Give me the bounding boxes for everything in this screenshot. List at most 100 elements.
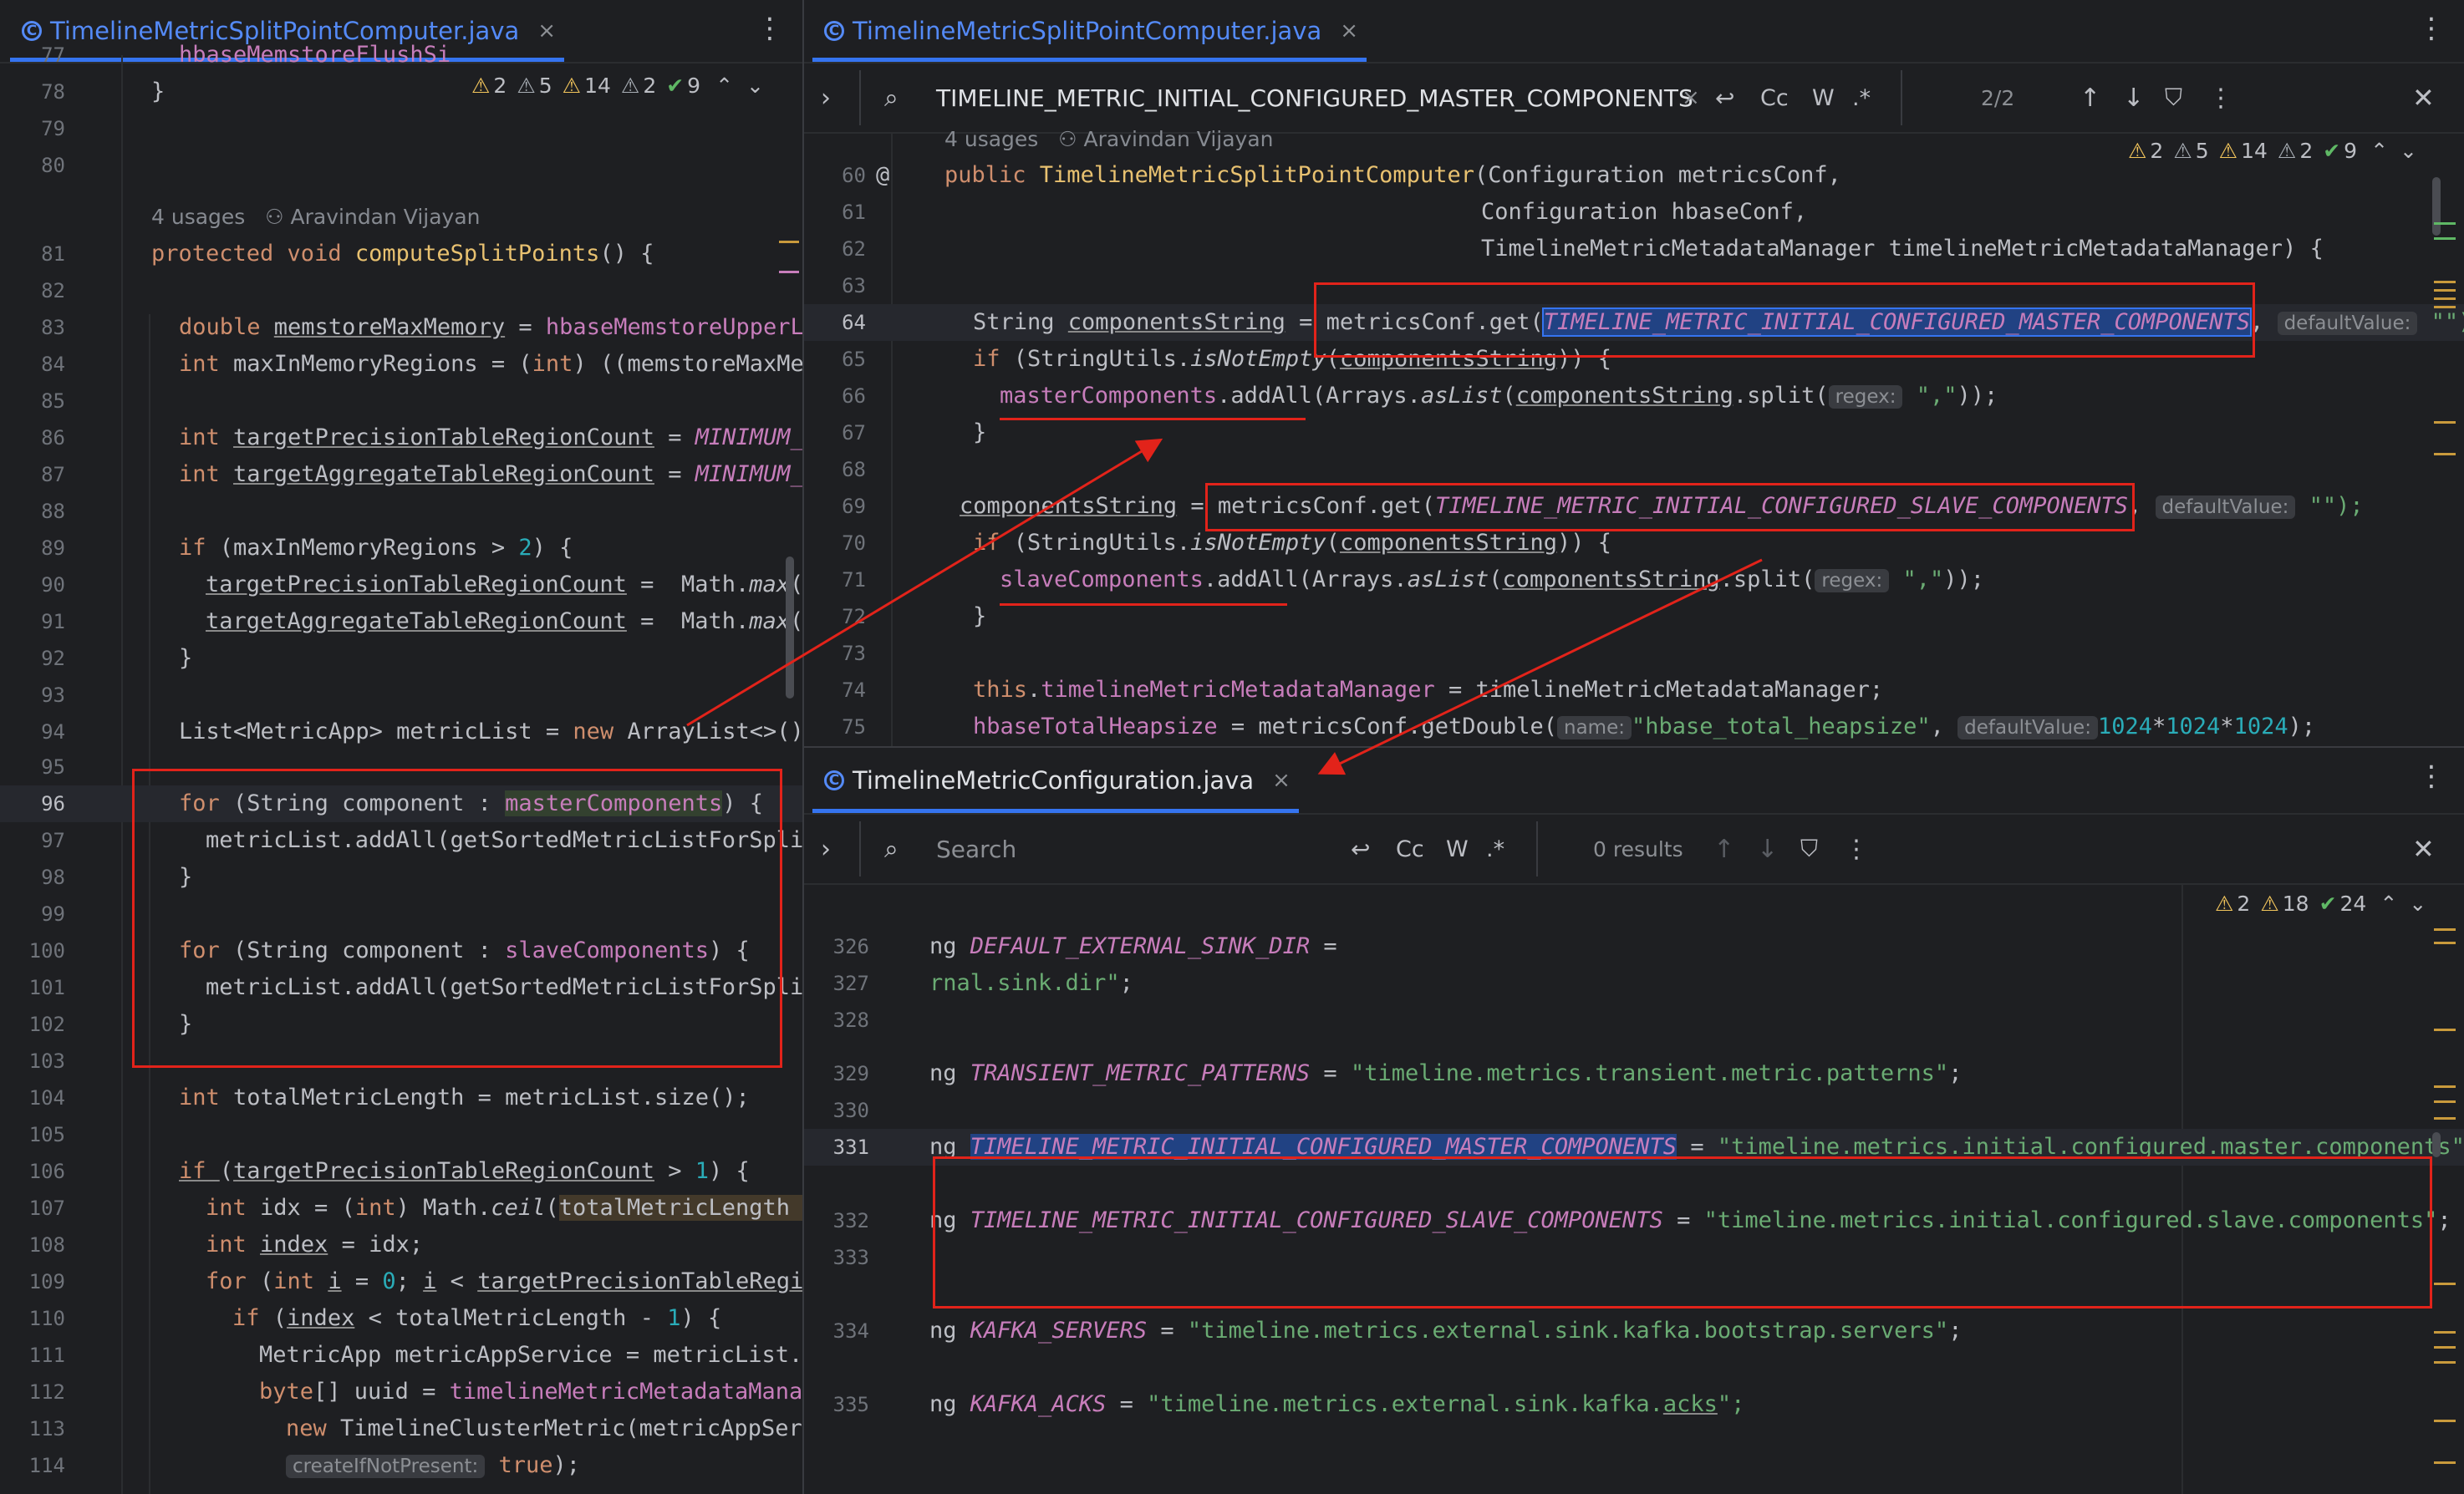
chevron-right-icon[interactable]: › [821,815,831,883]
arrow-up-icon[interactable]: ⌃ [2370,139,2388,163]
left-editor-pane: C TimelineMetricSplitPointComputer.java … [0,0,802,1494]
close-icon[interactable]: ✕ [2412,815,2435,883]
line-number: 331 [832,1136,869,1159]
line-number: 108 [28,1233,65,1257]
right-bottom-tab-bar: C TimelineMetricConfiguration.java × ⋮ [804,748,2464,815]
newline-icon[interactable]: ↩ [1351,815,1370,883]
newline-icon[interactable]: ↩ [1715,64,1734,132]
code-line: int totalMetricLength = metricList.size(… [179,1085,750,1110]
more-vertical-icon[interactable]: ⋮ [2208,64,2233,132]
line-number: 113 [28,1417,65,1441]
words-toggle[interactable]: W [1446,815,1469,883]
line-number: 326 [832,935,869,958]
arrow-down-icon[interactable]: ⌄ [2409,892,2426,916]
code-line: List<MetricApp> metricList = new ArrayLi… [179,719,802,744]
code-line: hbaseMemstoreFlushSi [179,42,451,68]
warning-icon: ⚠ [471,74,491,98]
line-number: 327 [832,972,869,995]
line-number: 94 [41,720,65,744]
class-c-icon: C [824,770,844,790]
warning-icon: ⚠ [2215,892,2234,916]
code-line: if (StringUtils.isNotEmpty(componentsStr… [973,346,1612,372]
code-line: new TimelineClusterMetric(metricAppServ [286,1415,802,1441]
more-vertical-icon[interactable]: ⋮ [2417,12,2446,45]
line-number: 82 [41,279,65,302]
filter-icon[interactable]: ⛉ [2165,64,2182,132]
code-line: masterComponents.addAll(Arrays.asList(co… [1000,383,1998,409]
right-top-file-tab[interactable]: C TimelineMetricSplitPointComputer.java … [812,0,1367,62]
regex-toggle[interactable]: .* [1486,815,1504,883]
override-gutter-icon[interactable]: @ [876,157,889,194]
usages-hint[interactable]: 4 usages ⚇ Aravindan Vijayan [151,199,481,236]
filter-icon[interactable]: ⛉ [1800,815,1818,883]
warning-icon: ⚠ [517,74,536,98]
search-input[interactable]: Search [936,815,1016,883]
arrow-up-icon[interactable]: ↑ [1713,815,1734,883]
match-case-toggle[interactable]: Cc [1396,815,1424,883]
more-vertical-icon[interactable]: ⋮ [756,12,784,45]
close-icon[interactable]: ✕ [2412,64,2435,132]
arrow-down-icon[interactable]: ↓ [2123,64,2144,132]
right-bottom-editor-pane: C TimelineMetricConfiguration.java × ⋮ ›… [804,748,2464,1494]
right-top-code-area: 4 usages ⚇ Aravindan Vijayan ⚠ 2 ⚠ 5 ⚠ 14 ⚠… [804,127,2464,746]
code-line: metricList.addAll(getSortedMetricListFor… [206,974,802,1000]
line-number: 77 [41,43,65,67]
line-number: 114 [28,1454,65,1477]
code-line: this.timelineMetricMetadataManager = tim… [973,677,1884,703]
line-number: 83 [41,316,65,339]
line-number: 329 [832,1062,869,1085]
line-number: 67 [842,421,866,445]
code-line: if (targetPrecisionTableRegionCount > 1)… [179,1158,750,1184]
warning-icon: ⚠ [2277,139,2297,163]
search-results-count: 0 results [1593,836,1683,861]
code-line: ng KAFKA_SERVERS = "timeline.metrics.ext… [929,1318,1963,1344]
line-number: 71 [842,568,866,592]
code-line: String componentsString = metricsConf.ge… [973,307,2464,337]
code-line: ng DEFAULT_EXTERNAL_SINK_DIR = [929,933,1337,959]
class-c-icon: C [824,21,844,41]
line-number: 63 [842,274,866,297]
check-icon: ✔ [666,74,685,98]
inspection-widget[interactable]: ⚠ 2 ⚠ 18 ✔ 24 ⌃ ⌄ [2205,892,2426,916]
arrow-up-icon[interactable]: ⌃ [715,74,733,98]
inspection-widget[interactable]: ⚠ 2 ⚠ 5 ⚠ 14 ⚠ 2 ✔ 9 ⌃ ⌄ [2118,139,2417,163]
line-number: 79 [41,117,65,140]
arrow-up-icon[interactable]: ↑ [2080,64,2100,132]
code-line: } [179,864,193,890]
line-number: 110 [28,1307,65,1330]
code-line: int targetPrecisionTableRegionCount = MI… [179,424,802,450]
more-vertical-icon[interactable]: ⋮ [2417,760,2446,793]
chevron-right-icon[interactable]: › [821,64,831,132]
search-icon: ⌕ [884,834,899,864]
words-toggle[interactable]: W [1812,64,1835,132]
line-number: 70 [842,531,866,555]
line-number: 92 [41,647,65,670]
arrow-up-icon[interactable]: ⌃ [2380,892,2397,916]
warning-icon: ⚠ [2173,139,2192,163]
regex-toggle[interactable]: .* [1852,64,1871,132]
warning-icon: ⚠ [2128,139,2147,163]
code-line: TimelineMetricMetadataManager timelineMe… [1481,236,2324,262]
line-number: 61 [842,201,866,224]
search-input[interactable]: TIMELINE_METRIC_INITIAL_CONFIGURED_MASTE… [936,64,1693,132]
close-icon[interactable]: × [1272,768,1291,793]
arrow-down-icon[interactable]: ⌄ [2400,139,2417,163]
line-number: 73 [842,642,866,665]
code-line: public TimelineMetricSplitPointComputer(… [944,162,1841,188]
arrow-down-icon[interactable]: ⌄ [746,74,764,98]
code-line: targetAggregateTableRegionCount = Math.m… [206,608,802,634]
code-line: targetPrecisionTableRegionCount = Math.m… [206,572,802,597]
right-bottom-file-tab[interactable]: C TimelineMetricConfiguration.java × [812,748,1299,813]
more-vertical-icon[interactable]: ⋮ [1844,815,1869,883]
close-icon[interactable]: × [537,18,556,43]
close-icon[interactable]: × [1682,64,1700,132]
arrow-down-icon[interactable]: ↓ [1757,815,1778,883]
usages-hint[interactable]: 4 usages ⚇ Aravindan Vijayan [944,125,1274,154]
line-number: 97 [41,829,65,852]
close-icon[interactable]: × [1340,18,1358,43]
match-case-toggle[interactable]: Cc [1760,64,1789,132]
line-number: 330 [832,1099,869,1122]
line-number: 333 [832,1246,869,1269]
inspection-widget[interactable]: ⚠ 2 ⚠ 5 ⚠ 14 ⚠ 2 ✔ 9 ⌃ ⌄ [461,74,764,98]
code-line: } [179,645,193,671]
